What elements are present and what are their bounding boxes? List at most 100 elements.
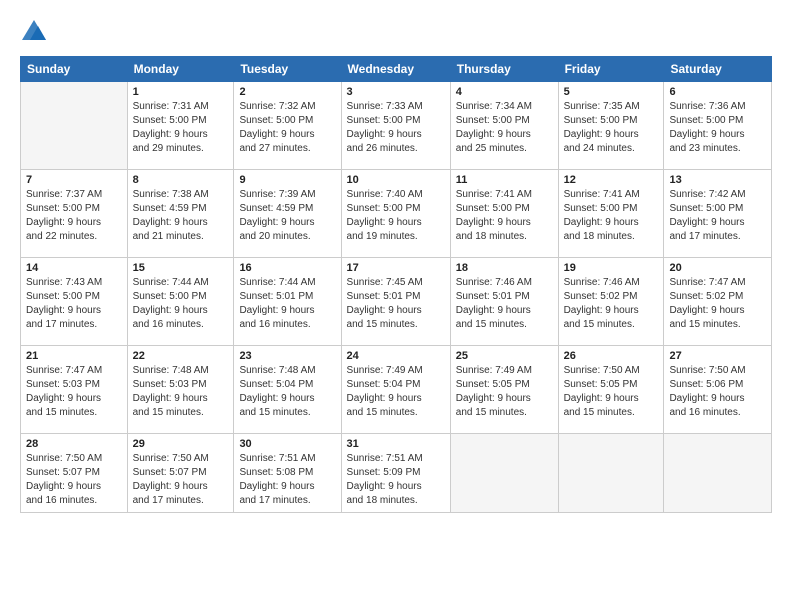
col-header-tuesday: Tuesday — [234, 57, 341, 82]
day-number: 23 — [239, 350, 335, 362]
day-cell: 8Sunrise: 7:38 AMSunset: 4:59 PMDaylight… — [127, 170, 234, 258]
day-cell: 19 Sunrise: 7:46 AMSunset: 5:02 PMDayligh… — [558, 258, 664, 346]
day-cell: 15 Sunrise: 7:44 AMSunset: 5:00 PMDayligh… — [127, 258, 234, 346]
day-info: Sunrise: 7:47 AMSunset: 5:03 PMDaylight:… — [26, 364, 122, 420]
day-cell: 21 Sunrise: 7:47 AMSunset: 5:03 PMDayligh… — [21, 346, 128, 434]
day-cell: 27 Sunrise: 7:50 AMSunset: 5:06 PMDayligh… — [664, 346, 772, 434]
day-cell — [21, 82, 128, 170]
day-cell — [450, 434, 558, 513]
day-info: Sunrise: 7:35 AMSunset: 5:00 PMDaylight:… — [564, 100, 659, 156]
header — [20, 18, 772, 46]
day-number: 5 — [564, 86, 659, 98]
day-number: 13 — [669, 174, 766, 186]
day-cell: 2Sunrise: 7:32 AMSunset: 5:00 PMDaylight… — [234, 82, 341, 170]
day-info: Sunrise: 7:41 AMSunset: 5:00 PMDaylight:… — [564, 188, 659, 244]
day-number: 16 — [239, 262, 335, 274]
day-info: Sunrise: 7:45 AMSunset: 5:01 PMDaylight:… — [347, 276, 445, 332]
day-info: Sunrise: 7:50 AMSunset: 5:05 PMDaylight:… — [564, 364, 659, 420]
day-cell — [558, 434, 664, 513]
day-number: 25 — [456, 350, 553, 362]
day-cell: 13 Sunrise: 7:42 AMSunset: 5:00 PMDayligh… — [664, 170, 772, 258]
day-number: 12 — [564, 174, 659, 186]
day-cell: 7 Sunrise: 7:37 AMSunset: 5:00 PMDaylight… — [21, 170, 128, 258]
day-number: 10 — [347, 174, 445, 186]
day-number: 17 — [347, 262, 445, 274]
day-info: Sunrise: 7:48 AMSunset: 5:04 PMDaylight:… — [239, 364, 335, 420]
day-cell: 23 Sunrise: 7:48 AMSunset: 5:04 PMDayligh… — [234, 346, 341, 434]
day-cell: 29Sunrise: 7:50 AMSunset: 5:07 PMDayligh… — [127, 434, 234, 513]
day-number: 19 — [564, 262, 659, 274]
day-info: Sunrise: 7:44 AMSunset: 5:00 PMDaylight:… — [133, 276, 229, 332]
day-info: Sunrise: 7:41 AMSunset: 5:00 PMDaylight:… — [456, 188, 553, 244]
day-info: Sunrise: 7:40 AMSunset: 5:00 PMDaylight:… — [347, 188, 445, 244]
calendar: SundayMondayTuesdayWednesdayThursdayFrid… — [20, 56, 772, 513]
day-number: 7 — [26, 174, 122, 186]
day-cell: 18 Sunrise: 7:46 AMSunset: 5:01 PMDayligh… — [450, 258, 558, 346]
week-row-2: 7 Sunrise: 7:37 AMSunset: 5:00 PMDaylight… — [21, 170, 772, 258]
day-number: 8 — [133, 174, 229, 186]
day-number: 6 — [669, 86, 766, 98]
day-number: 26 — [564, 350, 659, 362]
week-row-4: 21 Sunrise: 7:47 AMSunset: 5:03 PMDayligh… — [21, 346, 772, 434]
day-info: Sunrise: 7:47 AMSunset: 5:02 PMDaylight:… — [669, 276, 766, 332]
day-info: Sunrise: 7:50 AMSunset: 5:07 PMDaylight:… — [26, 452, 122, 508]
day-info: Sunrise: 7:49 AMSunset: 5:05 PMDaylight:… — [456, 364, 553, 420]
day-number: 1 — [133, 86, 229, 98]
day-info: Sunrise: 7:32 AMSunset: 5:00 PMDaylight:… — [239, 100, 335, 156]
day-number: 21 — [26, 350, 122, 362]
day-info: Sunrise: 7:34 AMSunset: 5:00 PMDaylight:… — [456, 100, 553, 156]
logo — [20, 18, 52, 46]
day-cell: 14Sunrise: 7:43 AMSunset: 5:00 PMDayligh… — [21, 258, 128, 346]
day-cell: 31Sunrise: 7:51 AMSunset: 5:09 PMDayligh… — [341, 434, 450, 513]
col-header-monday: Monday — [127, 57, 234, 82]
day-info: Sunrise: 7:44 AMSunset: 5:01 PMDaylight:… — [239, 276, 335, 332]
day-cell: 10 Sunrise: 7:40 AMSunset: 5:00 PMDayligh… — [341, 170, 450, 258]
day-number: 22 — [133, 350, 229, 362]
day-info: Sunrise: 7:37 AMSunset: 5:00 PMDaylight:… — [26, 188, 122, 244]
day-cell: 3Sunrise: 7:33 AMSunset: 5:00 PMDaylight… — [341, 82, 450, 170]
day-cell: 1 Sunrise: 7:31 AMSunset: 5:00 PMDaylight… — [127, 82, 234, 170]
day-number: 27 — [669, 350, 766, 362]
col-header-friday: Friday — [558, 57, 664, 82]
day-number: 9 — [239, 174, 335, 186]
day-cell: 6Sunrise: 7:36 AMSunset: 5:00 PMDaylight… — [664, 82, 772, 170]
day-info: Sunrise: 7:31 AMSunset: 5:00 PMDaylight:… — [133, 100, 229, 156]
day-info: Sunrise: 7:50 AMSunset: 5:06 PMDaylight:… — [669, 364, 766, 420]
col-header-saturday: Saturday — [664, 57, 772, 82]
day-info: Sunrise: 7:46 AMSunset: 5:01 PMDaylight:… — [456, 276, 553, 332]
logo-icon — [20, 18, 48, 46]
day-info: Sunrise: 7:42 AMSunset: 5:00 PMDaylight:… — [669, 188, 766, 244]
day-cell: 16 Sunrise: 7:44 AMSunset: 5:01 PMDayligh… — [234, 258, 341, 346]
col-header-sunday: Sunday — [21, 57, 128, 82]
day-number: 28 — [26, 438, 122, 450]
day-number: 24 — [347, 350, 445, 362]
col-header-wednesday: Wednesday — [341, 57, 450, 82]
day-info: Sunrise: 7:51 AMSunset: 5:08 PMDaylight:… — [239, 452, 335, 508]
day-cell: 22 Sunrise: 7:48 AMSunset: 5:03 PMDayligh… — [127, 346, 234, 434]
day-number: 15 — [133, 262, 229, 274]
day-info: Sunrise: 7:49 AMSunset: 5:04 PMDaylight:… — [347, 364, 445, 420]
day-info: Sunrise: 7:48 AMSunset: 5:03 PMDaylight:… — [133, 364, 229, 420]
col-header-thursday: Thursday — [450, 57, 558, 82]
day-number: 3 — [347, 86, 445, 98]
page: SundayMondayTuesdayWednesdayThursdayFrid… — [0, 0, 792, 612]
week-row-3: 14Sunrise: 7:43 AMSunset: 5:00 PMDayligh… — [21, 258, 772, 346]
day-number: 30 — [239, 438, 335, 450]
day-number: 4 — [456, 86, 553, 98]
day-cell: 30 Sunrise: 7:51 AMSunset: 5:08 PMDayligh… — [234, 434, 341, 513]
day-info: Sunrise: 7:46 AMSunset: 5:02 PMDaylight:… — [564, 276, 659, 332]
day-number: 11 — [456, 174, 553, 186]
day-cell: 24 Sunrise: 7:49 AMSunset: 5:04 PMDayligh… — [341, 346, 450, 434]
day-cell: 11 Sunrise: 7:41 AMSunset: 5:00 PMDayligh… — [450, 170, 558, 258]
day-cell: 12 Sunrise: 7:41 AMSunset: 5:00 PMDayligh… — [558, 170, 664, 258]
day-cell: 25 Sunrise: 7:49 AMSunset: 5:05 PMDayligh… — [450, 346, 558, 434]
day-cell: 17 Sunrise: 7:45 AMSunset: 5:01 PMDayligh… — [341, 258, 450, 346]
day-info: Sunrise: 7:51 AMSunset: 5:09 PMDaylight:… — [347, 452, 445, 508]
day-number: 18 — [456, 262, 553, 274]
day-number: 14 — [26, 262, 122, 274]
day-info: Sunrise: 7:50 AMSunset: 5:07 PMDaylight:… — [133, 452, 229, 508]
week-row-5: 28 Sunrise: 7:50 AMSunset: 5:07 PMDayligh… — [21, 434, 772, 513]
day-cell: 26 Sunrise: 7:50 AMSunset: 5:05 PMDayligh… — [558, 346, 664, 434]
header-row: SundayMondayTuesdayWednesdayThursdayFrid… — [21, 57, 772, 82]
day-cell: 9Sunrise: 7:39 AMSunset: 4:59 PMDaylight… — [234, 170, 341, 258]
